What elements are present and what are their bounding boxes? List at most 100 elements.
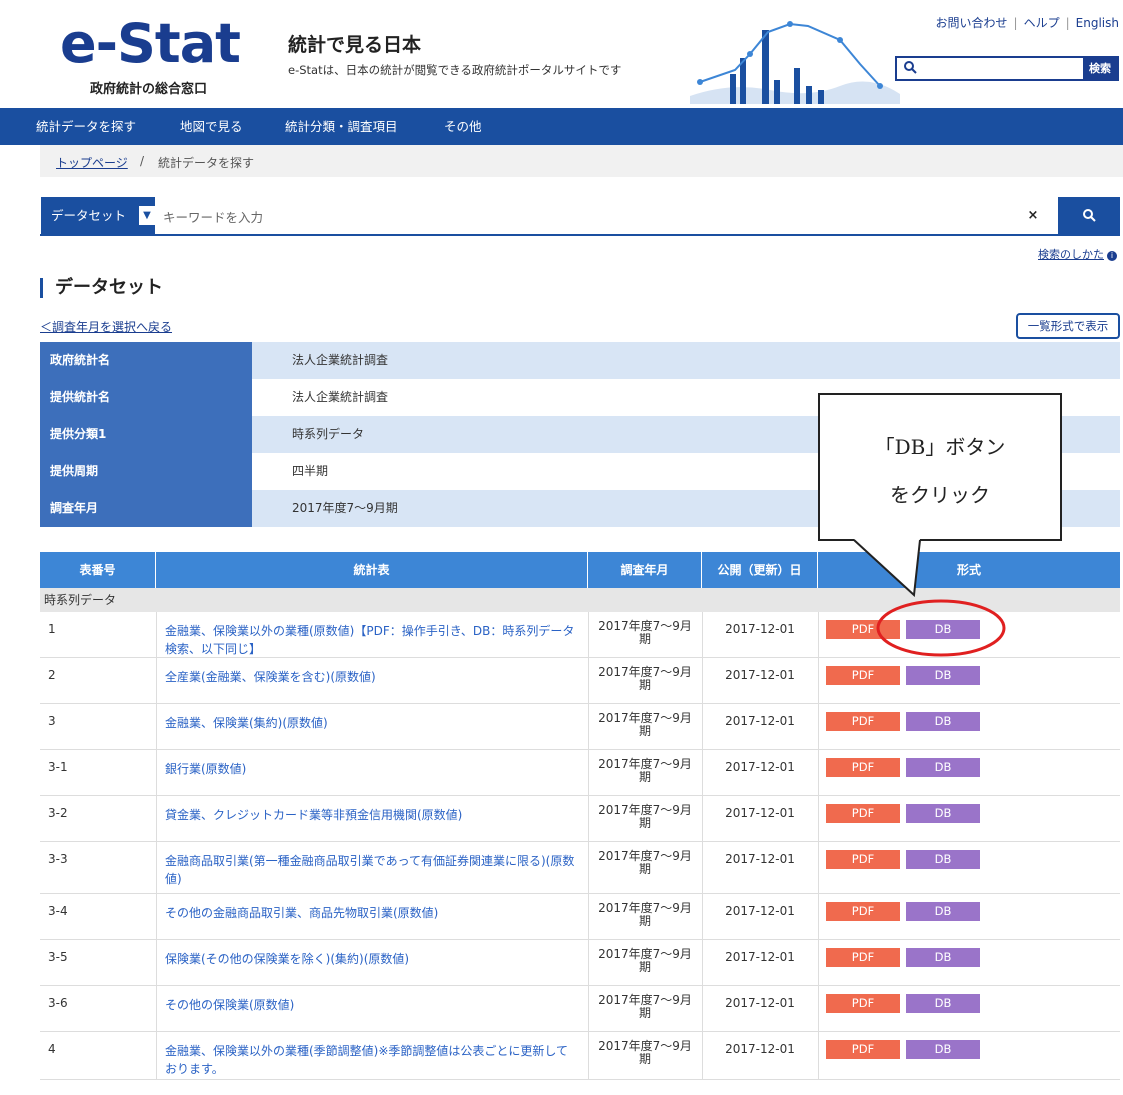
table-body: 1 金融業、保険業以外の業種(原数値)【PDF：操作手引き、DB：時系列データ検索… <box>40 612 1120 1080</box>
row-survey-month: 2017年度7～9月期 <box>598 757 692 784</box>
nav-classification[interactable]: 統計分類・調査項目 <box>285 108 398 145</box>
row-table-title-link[interactable]: 銀行業(原数値) <box>165 760 579 778</box>
row-publish-date: 2017-12-01 <box>725 806 795 820</box>
site-header: e-Stat 政府統計の総合窓口 統計で見る日本 e-Statは、日本の統計が閲… <box>0 0 1123 104</box>
row-survey-month: 2017年度7～9月期 <box>598 993 692 1020</box>
info-key: 提供分類1 <box>40 416 252 453</box>
search-submit-button[interactable] <box>1058 197 1120 234</box>
header-survey-month: 調査年月 <box>588 552 702 588</box>
dataset-search-bar: データセット ▼ キーワードを入力 × <box>40 197 1120 236</box>
breadcrumb-home-link[interactable]: トップページ <box>56 154 128 171</box>
row-table-title-link[interactable]: 全産業(金融業、保険業を含む)(原数値) <box>165 668 579 686</box>
table-row: 3-3 金融商品取引業(第一種金融商品取引業であって有価証券関連業に限る)(原数値… <box>40 842 1120 894</box>
nav-find-data[interactable]: 統計データを探す <box>36 108 136 145</box>
db-button[interactable]: DB <box>906 804 980 823</box>
info-value: 法人企業統計調査 <box>252 342 1120 379</box>
pdf-button[interactable]: PDF <box>826 666 900 685</box>
table-row: 3-4 その他の金融商品取引業、商品先物取引業(原数値) 2017年度7～9月期 20… <box>40 894 1120 940</box>
row-table-title-link[interactable]: その他の金融商品取引業、商品先物取引業(原数値) <box>165 904 579 922</box>
row-table-title-link[interactable]: 保険業(その他の保険業を除く)(集約)(原数値) <box>165 950 579 968</box>
header-search-button[interactable]: 検索 <box>1083 58 1117 79</box>
row-table-no: 3-1 <box>48 760 68 774</box>
row-table-title-link[interactable]: 金融業、保険業(集約)(原数値) <box>165 714 579 732</box>
pdf-button[interactable]: PDF <box>826 850 900 869</box>
header-table-title: 統計表 <box>156 552 588 588</box>
header-search-input[interactable]: 検索 <box>895 56 1119 81</box>
pdf-button[interactable]: PDF <box>826 948 900 967</box>
table-header-row: 表番号 統計表 調査年月 公開（更新）日 形式 <box>40 552 1120 588</box>
row-table-title-link[interactable]: 金融業、保険業以外の業種(原数値)【PDF：操作手引き、DB：時系列データ検索、… <box>165 622 579 658</box>
nav-map[interactable]: 地図で見る <box>180 108 243 145</box>
row-survey-month: 2017年度7～9月期 <box>598 665 692 692</box>
pdf-button[interactable]: PDF <box>826 1040 900 1059</box>
row-table-title-link[interactable]: その他の保険業(原数値) <box>165 996 579 1014</box>
header-chart-illustration <box>690 21 900 104</box>
info-row: 政府統計名 法人企業統計調査 <box>40 342 1120 379</box>
db-button[interactable]: DB <box>906 948 980 967</box>
search-icon <box>904 61 917 74</box>
search-icon <box>1083 209 1096 222</box>
keyword-input[interactable]: キーワードを入力 <box>163 207 263 226</box>
breadcrumb-separator: / <box>140 154 145 168</box>
list-view-button[interactable]: 一覧形式で表示 <box>1016 313 1120 339</box>
db-button[interactable]: DB <box>906 758 980 777</box>
logo-subtitle: 政府統計の総合窓口 <box>90 82 208 97</box>
row-publish-date: 2017-12-01 <box>725 904 795 918</box>
clear-button[interactable]: × <box>1010 197 1056 234</box>
page-title: データセット <box>40 278 163 298</box>
breadcrumb: トップページ / 統計データを探す <box>40 145 1123 177</box>
db-button[interactable]: DB <box>906 666 980 685</box>
row-table-no: 3 <box>48 714 56 728</box>
row-survey-month: 2017年度7～9月期 <box>598 901 692 928</box>
chevron-down-icon: ▼ <box>139 206 155 225</box>
nav-other[interactable]: その他 <box>444 108 482 145</box>
back-to-month-link[interactable]: ＜調査年月を選択へ戻る <box>40 318 172 335</box>
row-publish-date: 2017-12-01 <box>725 852 795 866</box>
info-icon: i <box>1107 251 1117 261</box>
db-highlight-ring <box>876 599 1006 657</box>
contact-link[interactable]: お問い合わせ <box>936 16 1008 30</box>
instruction-callout: 「DB」ボタン をクリック <box>818 393 1062 541</box>
db-button[interactable]: DB <box>906 902 980 921</box>
site-description: e-Statは、日本の統計が閲覧できる政府統計ポータルサイトです <box>288 63 622 77</box>
global-nav: 統計データを探す 地図で見る 統計分類・調査項目 その他 <box>0 108 1123 145</box>
pdf-button[interactable]: PDF <box>826 712 900 731</box>
row-publish-date: 2017-12-01 <box>725 622 795 636</box>
row-publish-date: 2017-12-01 <box>725 714 795 728</box>
pdf-button[interactable]: PDF <box>826 758 900 777</box>
english-link[interactable]: English <box>1076 16 1119 30</box>
row-survey-month: 2017年度7～9月期 <box>598 1039 692 1066</box>
row-table-no: 3-4 <box>48 904 68 918</box>
info-key: 提供統計名 <box>40 379 252 416</box>
help-link[interactable]: ヘルプ <box>1024 16 1060 30</box>
header-publish-date: 公開（更新）日 <box>702 552 818 588</box>
row-publish-date: 2017-12-01 <box>725 996 795 1010</box>
row-table-no: 3-2 <box>48 806 68 820</box>
row-table-no: 3-6 <box>48 996 68 1010</box>
table-row: 3 金融業、保険業(集約)(原数値) 2017年度7～9月期 2017-12-01 PD… <box>40 704 1120 750</box>
table-row: 3-2 貸金業、クレジットカード業等非預金信用機関(原数値) 2017年度7～9月期… <box>40 796 1120 842</box>
row-publish-date: 2017-12-01 <box>725 760 795 774</box>
search-scope-select[interactable]: データセット ▼ <box>41 197 155 234</box>
pdf-button[interactable]: PDF <box>826 804 900 823</box>
pdf-button[interactable]: PDF <box>826 994 900 1013</box>
row-table-title-link[interactable]: 貸金業、クレジットカード業等非預金信用機関(原数値) <box>165 806 579 824</box>
e-stat-logo[interactable]: e-Stat 政府統計の総合窓口 <box>60 14 250 98</box>
table-row: 3-5 保険業(その他の保険業を除く)(集約)(原数値) 2017年度7～9月期 20… <box>40 940 1120 986</box>
row-table-title-link[interactable]: 金融商品取引業(第一種金融商品取引業であって有価証券関連業に限る)(原数値) <box>165 852 579 888</box>
db-button[interactable]: DB <box>906 712 980 731</box>
pdf-button[interactable]: PDF <box>826 902 900 921</box>
search-howto-link[interactable]: 検索のしかた i <box>1038 246 1117 262</box>
row-publish-date: 2017-12-01 <box>725 950 795 964</box>
db-button[interactable]: DB <box>906 1040 980 1059</box>
db-button[interactable]: DB <box>906 994 980 1013</box>
row-survey-month: 2017年度7～9月期 <box>598 711 692 738</box>
table-row: 2 全産業(金融業、保険業を含む)(原数値) 2017年度7～9月期 2017-12-… <box>40 658 1120 704</box>
db-button[interactable]: DB <box>906 850 980 869</box>
row-publish-date: 2017-12-01 <box>725 668 795 682</box>
row-table-title-link[interactable]: 金融業、保険業以外の業種(季節調整値)※季節調整値は公表ごとに更新しております。 <box>165 1042 579 1078</box>
row-table-no: 3-5 <box>48 950 68 964</box>
row-table-no: 4 <box>48 1042 56 1056</box>
callout-line-2: をクリック <box>890 483 990 507</box>
site-title: 統計で見る日本 <box>288 34 422 56</box>
